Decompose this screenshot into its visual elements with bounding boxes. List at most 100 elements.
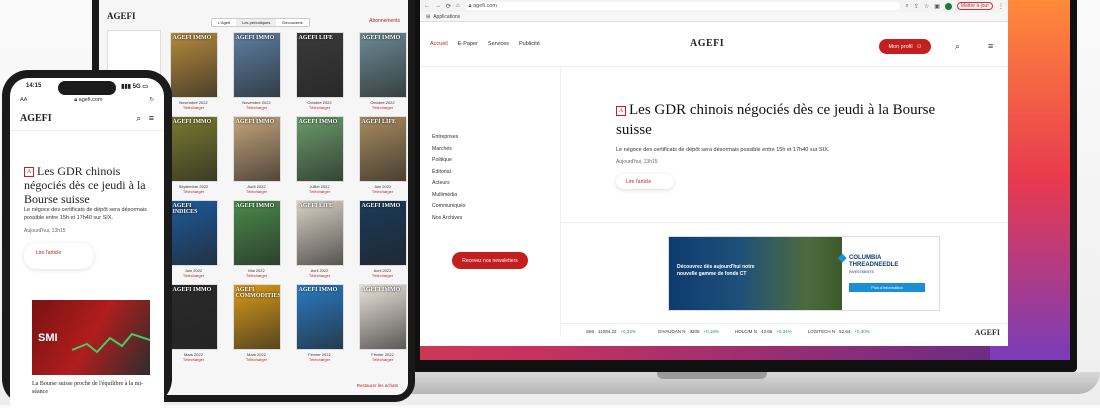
magazine-cover[interactable]: AGEFI IMMO: [295, 284, 344, 350]
search-icon[interactable]: ⌕: [955, 41, 960, 52]
magazine-cover[interactable]: AGEFI IMMO: [358, 32, 407, 98]
profile-button[interactable]: Mon profil ⚇: [879, 39, 931, 54]
hamburger-menu-icon[interactable]: ≡: [149, 113, 154, 123]
side-menu-item[interactable]: Acteurs: [432, 178, 465, 190]
nav-item-accueil[interactable]: Accueil: [430, 41, 448, 47]
magazine-item[interactable]: AGEFI LIFE Octobre 2022 Télécharger: [291, 32, 348, 110]
ticker-name[interactable]: HOLCIM N: [735, 329, 757, 334]
magazine-item[interactable]: AGEFI COMMODITIES Mars 2022 Télécharger: [228, 284, 285, 362]
download-link[interactable]: Télécharger: [165, 105, 222, 110]
download-link[interactable]: Télécharger: [228, 105, 285, 110]
avatar[interactable]: [944, 2, 952, 10]
site-logo[interactable]: AGEFI: [690, 38, 724, 49]
magazine-cover[interactable]: AGEFI IMMO: [232, 116, 281, 182]
star-icon[interactable]: ☆: [924, 3, 929, 10]
download-link[interactable]: Télécharger: [228, 357, 285, 362]
download-link[interactable]: Télécharger: [354, 105, 408, 110]
magazine-cover[interactable]: AGEFI COMMODITIES: [232, 284, 281, 350]
magazine-cover[interactable]: AGEFI LIFE: [358, 116, 407, 182]
ticker-name[interactable]: SMI: [586, 329, 594, 334]
magazine-cover[interactable]: AGEFI IMMO: [358, 284, 407, 350]
magazine-cover[interactable]: AGEFI INDICES: [169, 200, 218, 266]
download-link[interactable]: Télécharger: [228, 189, 285, 194]
download-link[interactable]: Télécharger: [165, 273, 222, 278]
update-button[interactable]: Mettre à jour: [956, 2, 993, 10]
nav-item-publicite[interactable]: Publicité: [519, 41, 540, 47]
side-menu-item[interactable]: Nos Archives: [432, 213, 465, 225]
tab-decouverte[interactable]: Découverte: [276, 19, 309, 26]
tab-agefi[interactable]: L'Agefi: [212, 19, 237, 26]
magazine-item[interactable]: AGEFI IMMO Février 2022 Télécharger: [291, 284, 348, 362]
magazine-cover[interactable]: AGEFI IMMO: [295, 116, 344, 182]
nav-item-epaper[interactable]: E-Paper: [458, 41, 478, 47]
download-link[interactable]: Télécharger: [165, 357, 222, 362]
search-icon[interactable]: ⌕: [905, 3, 908, 10]
magazine-item[interactable]: AGEFI IMMO Septembre 2022 Télécharger: [165, 116, 222, 194]
ticker-name[interactable]: LOGITECH N: [808, 329, 836, 334]
back-icon[interactable]: ←: [424, 3, 430, 9]
magazine-item[interactable]: AGEFI IMMO Août 2022 Télécharger: [228, 116, 285, 194]
side-menu-item[interactable]: Multimédia: [432, 190, 465, 202]
download-link[interactable]: Télécharger: [228, 273, 285, 278]
magazine-cover[interactable]: AGEFI IMMO: [232, 32, 281, 98]
magazine-item[interactable]: AGEFI LIFE Avril 2022 Télécharger: [291, 200, 348, 278]
magazine-item[interactable]: AGEFI IMMO Novembre 2022 Télécharger: [165, 32, 222, 110]
side-menu-item[interactable]: Entreprises: [432, 132, 465, 144]
magazine-cover[interactable]: AGEFI IMMO: [169, 284, 218, 350]
magazine-item[interactable]: AGEFI IMMO Juillet 2022 Télécharger: [291, 116, 348, 194]
search-icon[interactable]: ⌕: [136, 113, 141, 123]
phone-logo[interactable]: AGEFI: [20, 113, 52, 124]
download-link[interactable]: Télécharger: [354, 273, 408, 278]
hamburger-menu-icon[interactable]: ≡: [988, 41, 993, 51]
magazine-cover[interactable]: AGEFI LIFE: [295, 32, 344, 98]
magazine-cover[interactable]: AGEFI IMMO: [232, 200, 281, 266]
download-link[interactable]: Télécharger: [291, 105, 348, 110]
download-link[interactable]: Télécharger: [165, 189, 222, 194]
newsletter-button[interactable]: Recevez nos newsletters: [452, 252, 528, 269]
magazine-item[interactable]: AGEFI LIFE Juin 2022 Télécharger: [354, 116, 408, 194]
ad-banner[interactable]: Découvrez dès aujourd'hui notre nouvelle…: [668, 236, 940, 311]
magazine-item[interactable]: AGEFI IMMO Mars 2022 Télécharger: [165, 284, 222, 362]
menu-dots-icon[interactable]: ⋮: [998, 3, 1004, 10]
reload-icon[interactable]: ↻: [149, 97, 154, 103]
magazine-item[interactable]: AGEFI IMMO Avril 2022 Télécharger: [354, 200, 408, 278]
second-story-image[interactable]: SMI: [32, 300, 150, 375]
download-link[interactable]: Télécharger: [291, 189, 348, 194]
restore-purchases-link[interactable]: Restaurer les achats: [357, 383, 398, 388]
side-menu-item[interactable]: Marchés: [432, 144, 465, 156]
magazine-item[interactable]: AGEFI IMMO Novembre 2022 Télécharger: [228, 32, 285, 110]
second-story-caption[interactable]: La Bourse suisse proche de l'équilibre à…: [32, 380, 154, 396]
forward-icon[interactable]: →: [435, 3, 441, 9]
article-title-link[interactable]: A Les GDR chinois négociés dès ce jeudi à…: [616, 100, 936, 140]
share-icon[interactable]: ⇪: [914, 3, 919, 10]
nav-item-services[interactable]: Services: [488, 41, 509, 47]
phone-article-title-link[interactable]: A Les GDR chinois négociés dès ce jeudi à…: [24, 164, 160, 206]
tablet-logo[interactable]: AGEFI: [107, 11, 136, 21]
download-link[interactable]: Télécharger: [291, 273, 348, 278]
reload-icon[interactable]: ⟳: [446, 3, 451, 10]
phone-read-article-button[interactable]: Lire l'article: [24, 243, 94, 269]
text-size-button[interactable]: AA: [20, 97, 27, 103]
magazine-item[interactable]: AGEFI INDICES Juin 2022 Télécharger: [165, 200, 222, 278]
subscription-link[interactable]: Abonnements: [369, 18, 400, 24]
magazine-item[interactable]: AGEFI IMMO Mai 2022 Télécharger: [228, 200, 285, 278]
download-link[interactable]: Télécharger: [291, 357, 348, 362]
side-menu-item[interactable]: Politique: [432, 155, 465, 167]
tab-periodiques[interactable]: Les périodiques: [236, 19, 277, 26]
magazine-cover[interactable]: AGEFI IMMO: [358, 200, 407, 266]
magazine-cover[interactable]: AGEFI LIFE: [295, 200, 344, 266]
sidebar-icon[interactable]: ▣: [934, 3, 940, 10]
bookmark-applications[interactable]: Applications: [433, 14, 460, 20]
phone-address-bar[interactable]: AA 🔒︎ agefi.com ↻: [10, 94, 164, 106]
download-link[interactable]: Télécharger: [354, 189, 408, 194]
read-article-button[interactable]: Lire l'article: [616, 174, 674, 189]
address-bar[interactable]: 🔒︎ agefi.com: [464, 2, 901, 10]
magazine-cover[interactable]: AGEFI IMMO: [169, 116, 218, 182]
side-menu-item[interactable]: Éditorial: [432, 167, 465, 179]
home-icon[interactable]: ⌂: [456, 3, 460, 9]
magazine-cover[interactable]: AGEFI IMMO: [169, 32, 218, 98]
magazine-item[interactable]: AGEFI IMMO Février 2022 Télécharger: [354, 284, 408, 362]
ticker-name[interactable]: GIVAUDAN N: [658, 329, 686, 334]
magazine-item[interactable]: AGEFI IMMO Octobre 2022 Télécharger: [354, 32, 408, 110]
download-link[interactable]: Télécharger: [354, 357, 408, 362]
